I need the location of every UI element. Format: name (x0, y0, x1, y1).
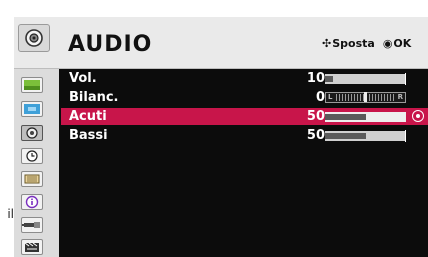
move-hint-label: Sposta (332, 37, 375, 50)
volume-slider[interactable] (325, 73, 406, 85)
menu-row-treble[interactable]: Acuti 50 (61, 108, 428, 125)
nav-hint: ✣Sposta ◉OK (322, 37, 411, 50)
slider-fill (325, 114, 366, 120)
side-text-fragment: il (7, 207, 14, 221)
slider-end-mark (405, 130, 406, 142)
menu-row-bass[interactable]: Bassi 50 (61, 127, 428, 144)
move-arrows-icon: ✣ (322, 37, 332, 50)
row-label: Vol. (69, 71, 97, 86)
input-menu-icon[interactable] (21, 217, 43, 233)
page-title: AUDIO (68, 32, 153, 57)
menu-row-volume[interactable]: Vol. 10 (61, 70, 428, 87)
treble-slider[interactable] (325, 112, 406, 122)
menu-header: AUDIO ✣Sposta ◉OK (14, 17, 428, 69)
menu-sidebar (14, 69, 59, 257)
picture-menu-icon[interactable] (21, 77, 43, 93)
slider-end-mark (405, 73, 406, 85)
media-menu-icon[interactable] (21, 239, 43, 255)
row-label: Bassi (69, 128, 108, 143)
audio-osd-menu: AUDIO ✣Sposta ◉OK Vol. 10 Bilanc. 0 L R … (14, 17, 428, 257)
balance-left-label: L (328, 93, 333, 101)
row-label: Bilanc. (69, 90, 119, 105)
balance-right-label: R (397, 93, 403, 101)
row-value: 50 (306, 109, 325, 124)
balance-center-marker (364, 92, 367, 102)
audio-menu-icon[interactable] (21, 125, 43, 141)
bass-slider[interactable] (325, 130, 406, 142)
row-value: 0 (315, 90, 325, 105)
balance-slider[interactable]: L R (325, 92, 406, 103)
ok-button-icon: ◉ (382, 37, 393, 50)
row-label: Acuti (69, 109, 107, 124)
screen-menu-icon[interactable] (21, 101, 43, 117)
time-menu-icon[interactable] (21, 148, 43, 164)
speaker-icon (18, 24, 50, 52)
slider-fill (325, 76, 334, 82)
ok-hint-label: OK (393, 37, 412, 50)
row-value: 10 (306, 71, 325, 86)
row-value: 50 (306, 128, 325, 143)
selected-indicator-icon (412, 110, 424, 122)
slider-fill (325, 133, 366, 139)
menu-row-balance[interactable]: Bilanc. 0 L R (61, 89, 428, 106)
options-menu-icon[interactable] (21, 171, 43, 187)
info-menu-icon[interactable] (21, 194, 43, 210)
